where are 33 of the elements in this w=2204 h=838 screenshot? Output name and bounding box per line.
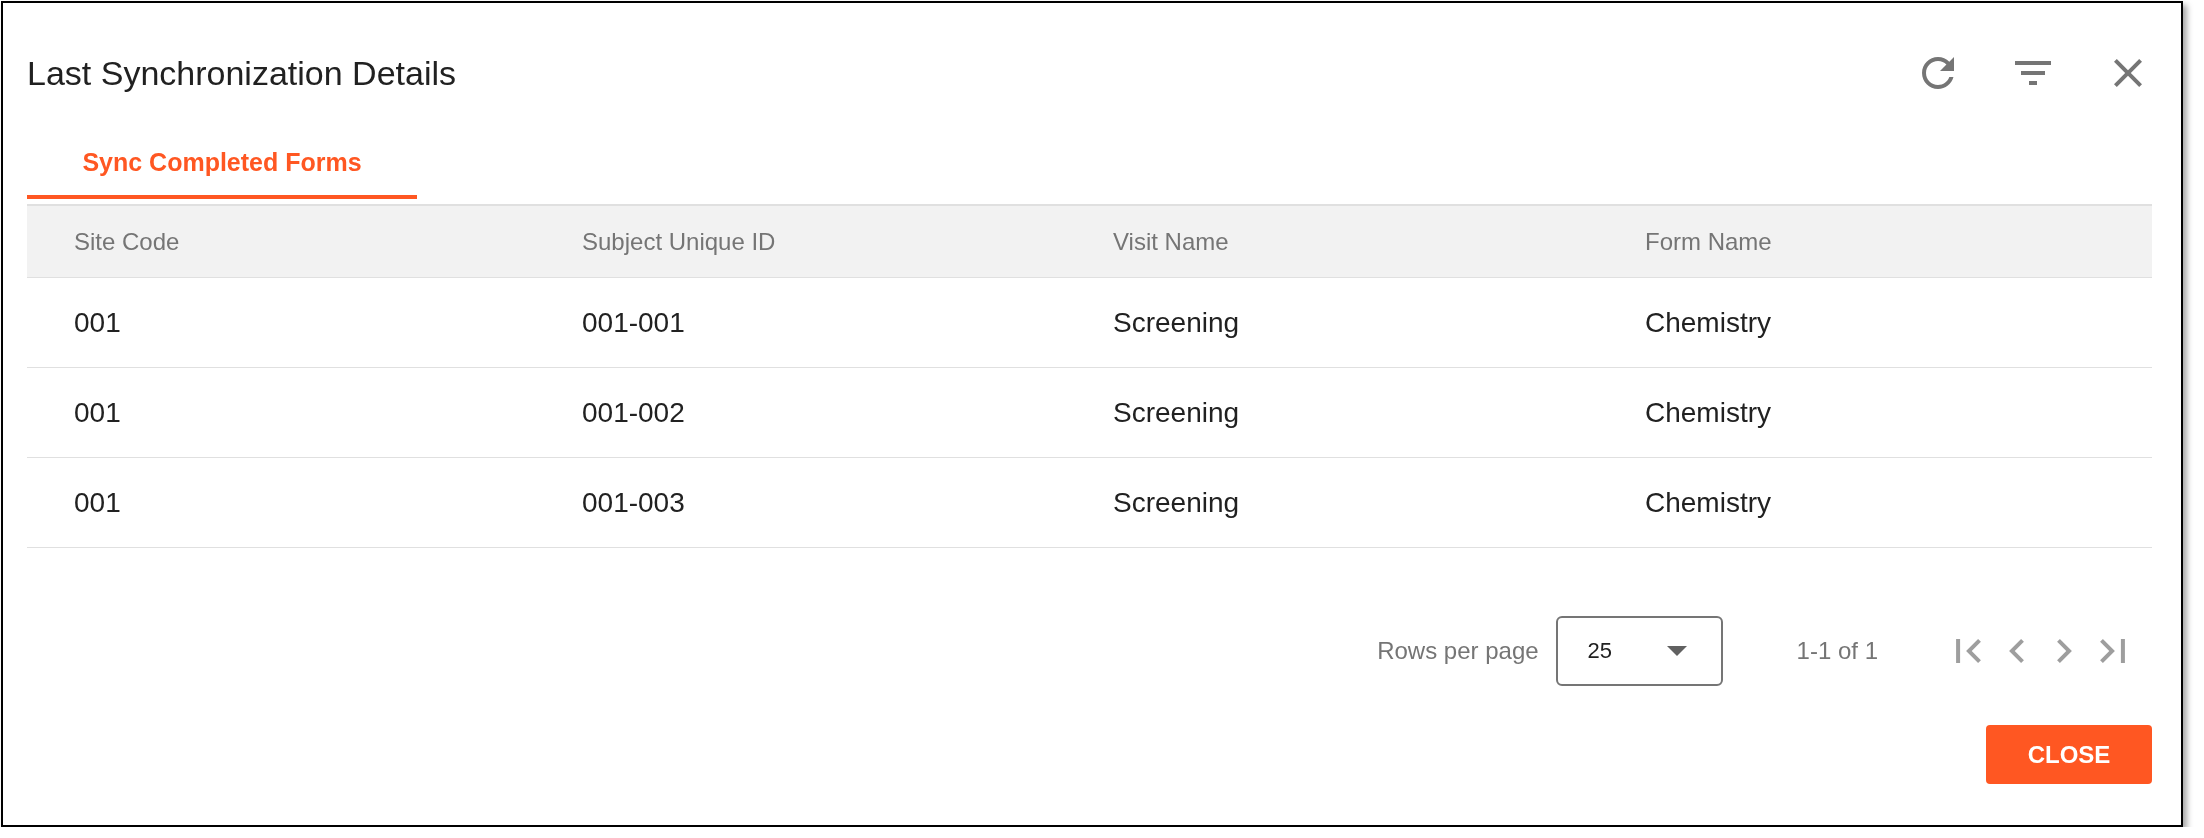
last-page-icon — [2099, 639, 2125, 663]
table-cell: Chemistry — [1645, 306, 1771, 339]
close-button[interactable] — [2114, 59, 2142, 87]
first-page-icon — [1955, 639, 1981, 663]
table-cell: Chemistry — [1645, 396, 1771, 429]
rows-per-page-label: Rows per page — [1377, 637, 1539, 665]
column-header: Subject Unique ID — [582, 227, 776, 256]
table-cell: Screening — [1113, 306, 1240, 339]
column-header: Form Name — [1645, 227, 1772, 256]
dialog-title: Last Synchronization Details — [27, 53, 456, 93]
column-header: Site Code — [74, 227, 180, 256]
table-cell: 001 — [74, 306, 121, 339]
column-header: Visit Name — [1113, 227, 1229, 256]
caret-icon — [1666, 646, 1687, 656]
rows-per-page-select[interactable]: 25 — [1555, 616, 1723, 686]
table-cell: Screening — [1113, 396, 1240, 429]
tab[interactable]: Sync Completed Forms — [27, 117, 417, 199]
table-cell: 001 — [74, 396, 121, 429]
filter-button[interactable] — [2015, 61, 2051, 85]
close-button[interactable]: CLOSE — [1986, 725, 2152, 784]
close-icon — [2114, 59, 2142, 87]
table-cell: Screening — [1113, 486, 1240, 519]
table-cell: Chemistry — [1645, 486, 1771, 519]
previous-page-icon — [2008, 639, 2024, 663]
table-cell: 001 — [74, 486, 121, 519]
page-range-label: 1-1 of 1 — [1796, 637, 1878, 665]
table-cell: 001-002 — [582, 396, 685, 429]
next-page-icon — [2056, 639, 2072, 663]
filter-icon — [2015, 61, 2051, 85]
table-cell: 001-001 — [582, 306, 685, 339]
refresh-icon — [1922, 57, 1954, 89]
table-cell: 001-003 — [582, 486, 685, 519]
refresh-button[interactable] — [1922, 57, 1954, 89]
